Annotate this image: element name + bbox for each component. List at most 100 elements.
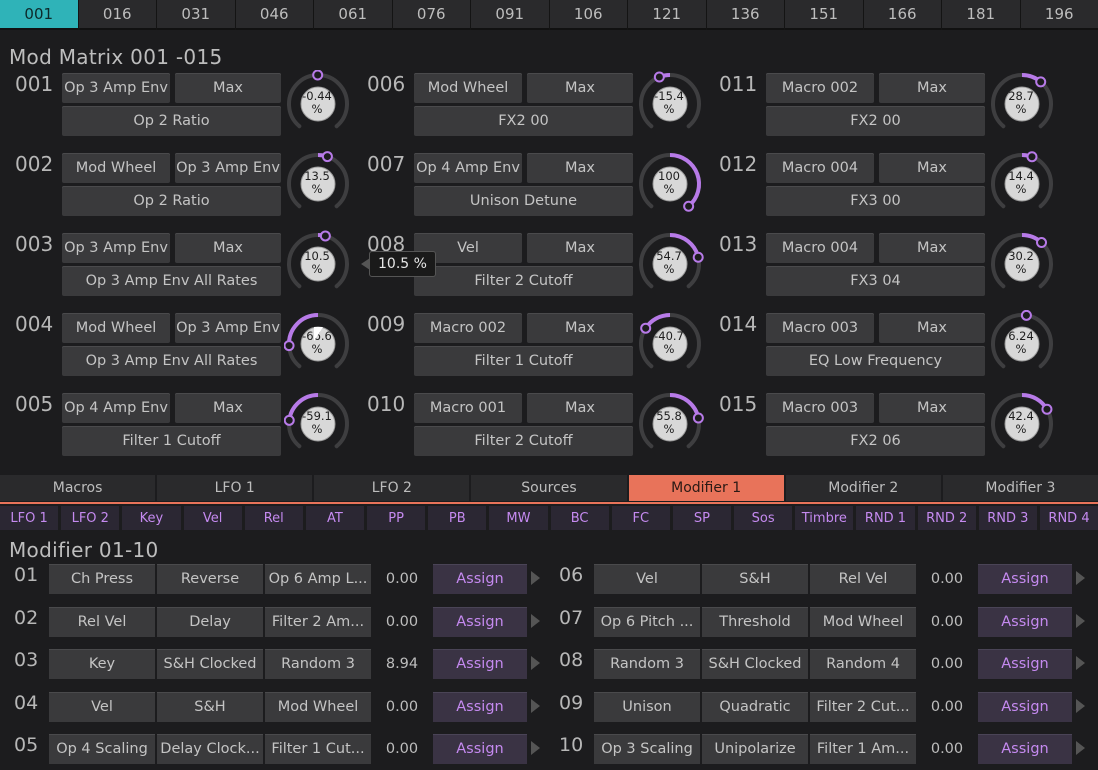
source-tab-bc[interactable]: BC: [550, 506, 609, 530]
section-tab-macros[interactable]: Macros: [0, 475, 156, 501]
modifier-operation[interactable]: Threshold: [702, 606, 808, 637]
destination-selector[interactable]: Op 3 Amp Env All Rates: [62, 346, 281, 376]
assign-button[interactable]: Assign: [978, 649, 1072, 679]
assign-button[interactable]: Assign: [978, 564, 1072, 594]
page-tab-166[interactable]: 166: [863, 0, 941, 30]
assign-button[interactable]: Assign: [433, 649, 527, 679]
knob-handle[interactable]: [692, 251, 704, 263]
amount-knob[interactable]: 55.8%: [636, 390, 706, 458]
source-tab-key[interactable]: Key: [122, 506, 181, 530]
section-tab-sources[interactable]: Sources: [471, 475, 627, 501]
amount-source-selector[interactable]: Max: [879, 393, 985, 423]
knob-handle[interactable]: [692, 412, 704, 424]
knob-handle[interactable]: [319, 230, 331, 242]
knob-handle[interactable]: [1020, 310, 1032, 321]
section-tab-modifier-1[interactable]: Modifier 1: [628, 475, 784, 501]
section-tab-modifier-2[interactable]: Modifier 2: [785, 475, 941, 501]
amount-knob[interactable]: 13.5%: [284, 150, 354, 218]
knob-handle[interactable]: [321, 151, 333, 163]
modifier-input-b[interactable]: Random 3: [265, 649, 371, 679]
amount-knob[interactable]: 100%: [636, 150, 706, 218]
source-selector[interactable]: Op 4 Amp Env: [62, 393, 170, 423]
amount-knob[interactable]: 14.4%: [988, 150, 1058, 218]
modifier-operation[interactable]: S&H Clocked: [157, 649, 263, 679]
source-tab-sos[interactable]: Sos: [734, 506, 793, 530]
destination-selector[interactable]: FX2 00: [414, 106, 633, 136]
arrow-right-icon[interactable]: [1076, 656, 1085, 670]
modifier-operation[interactable]: S&H: [157, 691, 263, 722]
modifier-input-b[interactable]: Filter 1 Am...: [810, 734, 916, 764]
section-tab-modifier-3[interactable]: Modifier 3: [942, 475, 1098, 501]
source-tab-pp[interactable]: PP: [367, 506, 426, 530]
amount-knob[interactable]: 30.2%: [988, 230, 1058, 298]
modifier-input-a[interactable]: Key: [49, 649, 155, 679]
amount-source-selector[interactable]: Max: [527, 153, 633, 183]
amount-knob[interactable]: 28.7%: [988, 70, 1058, 138]
amount-source-selector[interactable]: Max: [527, 313, 633, 343]
amount-knob[interactable]: -15.4%: [636, 70, 706, 138]
amount-source-selector[interactable]: Max: [879, 313, 985, 343]
page-tab-031[interactable]: 031: [157, 0, 235, 30]
page-tab-061[interactable]: 061: [314, 0, 392, 30]
destination-selector[interactable]: Filter 2 Cutoff: [414, 266, 633, 296]
modifier-operation[interactable]: Delay: [157, 606, 263, 637]
page-tab-181[interactable]: 181: [942, 0, 1020, 30]
amount-knob[interactable]: -59.1%: [284, 390, 354, 458]
destination-selector[interactable]: Op 3 Amp Env All Rates: [62, 266, 281, 296]
assign-button[interactable]: Assign: [978, 606, 1072, 637]
amount-source-selector[interactable]: Max: [175, 73, 281, 103]
arrow-right-icon[interactable]: [531, 571, 540, 585]
arrow-right-icon[interactable]: [1076, 571, 1085, 585]
knob-handle[interactable]: [1041, 403, 1053, 415]
modifier-input-a[interactable]: Vel: [49, 691, 155, 722]
modifier-input-b[interactable]: Mod Wheel: [265, 691, 371, 722]
amount-knob[interactable]: -40.7%: [636, 310, 706, 378]
amount-source-selector[interactable]: Max: [175, 393, 281, 423]
source-selector[interactable]: Op 3 Amp Env: [62, 233, 170, 263]
section-tab-lfo-2[interactable]: LFO 2: [314, 475, 470, 501]
source-tab-lfo-1[interactable]: LFO 1: [0, 506, 59, 530]
modifier-operation[interactable]: Delay Clock...: [157, 734, 263, 764]
assign-button[interactable]: Assign: [433, 691, 527, 722]
amount-source-selector[interactable]: Max: [527, 233, 633, 263]
destination-selector[interactable]: Filter 2 Cutoff: [414, 426, 633, 456]
amount-knob[interactable]: 6.24%: [988, 310, 1058, 378]
source-selector[interactable]: Op 4 Amp Env: [414, 153, 522, 183]
knob-handle[interactable]: [284, 414, 295, 426]
amount-source-selector[interactable]: Max: [527, 73, 633, 103]
source-tab-rnd-2[interactable]: RND 2: [917, 506, 976, 530]
knob-handle[interactable]: [312, 70, 324, 81]
source-selector[interactable]: Macro 002: [766, 73, 874, 103]
modifier-operation[interactable]: Reverse: [157, 564, 263, 594]
arrow-right-icon[interactable]: [531, 741, 540, 755]
source-tab-vel[interactable]: Vel: [183, 506, 242, 530]
amount-knob[interactable]: -66.6%: [284, 310, 354, 378]
source-selector[interactable]: Macro 004: [766, 233, 874, 263]
assign-button[interactable]: Assign: [978, 734, 1072, 764]
page-tab-076[interactable]: 076: [392, 0, 470, 30]
amount-source-selector[interactable]: Max: [879, 153, 985, 183]
amount-knob[interactable]: -0.44%: [284, 70, 354, 138]
source-selector[interactable]: Macro 001: [414, 393, 522, 423]
destination-selector[interactable]: Filter 1 Cutoff: [62, 426, 281, 456]
source-tab-pb[interactable]: PB: [428, 506, 487, 530]
assign-button[interactable]: Assign: [433, 606, 527, 637]
arrow-right-icon[interactable]: [1076, 741, 1085, 755]
source-selector[interactable]: Macro 002: [414, 313, 522, 343]
assign-button[interactable]: Assign: [433, 564, 527, 594]
destination-selector[interactable]: Filter 1 Cutoff: [414, 346, 633, 376]
modifier-input-a[interactable]: Op 3 Scaling: [594, 734, 700, 764]
modifier-input-b[interactable]: Filter 1 Cut...: [265, 734, 371, 764]
modifier-input-b[interactable]: Rel Vel: [810, 564, 916, 594]
source-selector[interactable]: Op 3 Amp Env: [62, 73, 170, 103]
modifier-input-b[interactable]: Filter 2 Am...: [265, 606, 371, 637]
modifier-input-a[interactable]: Rel Vel: [49, 606, 155, 637]
page-tab-196[interactable]: 196: [1020, 0, 1098, 30]
knob-handle[interactable]: [653, 71, 665, 83]
modifier-input-a[interactable]: Unison: [594, 691, 700, 722]
amount-source-selector[interactable]: Op 3 Amp Env: [175, 153, 281, 183]
modifier-operation[interactable]: Unipolarize: [702, 734, 808, 764]
source-selector[interactable]: Mod Wheel: [62, 153, 170, 183]
modifier-input-b[interactable]: Random 4: [810, 649, 916, 679]
page-tab-016[interactable]: 016: [78, 0, 156, 30]
